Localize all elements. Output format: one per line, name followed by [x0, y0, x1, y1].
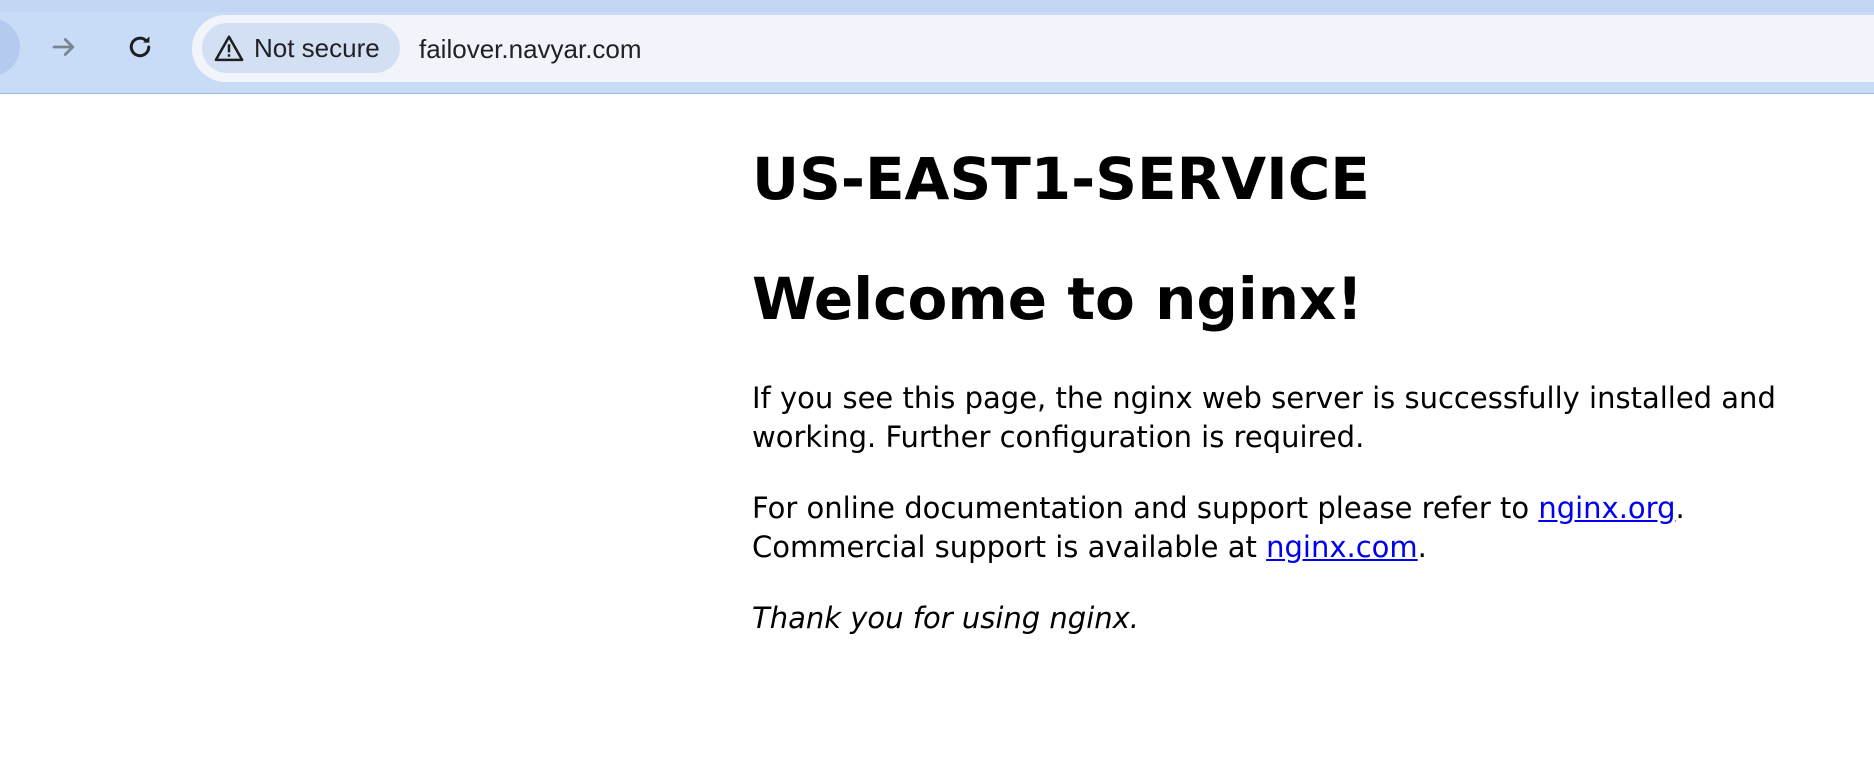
welcome-heading: Welcome to nginx!: [752, 265, 1363, 333]
arrow-right-icon: [49, 32, 79, 62]
support-text-suffix: .: [1417, 530, 1427, 564]
thanks-paragraph: Thank you for using nginx.: [752, 601, 1140, 635]
nginx-com-link[interactable]: nginx.com: [1266, 530, 1418, 564]
back-button[interactable]: [0, 18, 20, 76]
warning-triangle-icon: [214, 33, 244, 63]
install-paragraph: If you see this page, the nginx web serv…: [752, 381, 1776, 454]
url-text[interactable]: failover.navyar.com: [419, 32, 642, 66]
nginx-org-link[interactable]: nginx.org: [1538, 491, 1675, 525]
reload-button[interactable]: [118, 25, 162, 69]
reload-icon: [125, 32, 155, 62]
browser-toolbar: Not secure failover.navyar.com: [0, 0, 1874, 94]
security-chip[interactable]: Not secure: [202, 23, 400, 73]
support-paragraph: For online documentation and support ple…: [752, 489, 1792, 567]
forward-button[interactable]: [42, 25, 86, 69]
toolbar-top-strip: [0, 0, 1874, 12]
support-text-prefix: For online documentation and support ple…: [752, 491, 1539, 525]
address-bar[interactable]: Not secure failover.navyar.com: [192, 15, 1874, 82]
service-title: US-EAST1-SERVICE: [752, 145, 1370, 213]
security-label: Not secure: [254, 32, 380, 63]
